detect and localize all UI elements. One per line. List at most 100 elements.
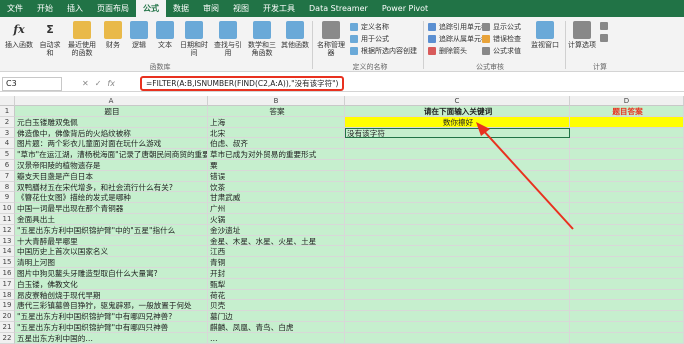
row-header[interactable]: 21 xyxy=(0,322,15,333)
row-header[interactable]: 11 xyxy=(0,214,15,225)
logical-button[interactable]: 逻辑 xyxy=(127,21,151,49)
cell[interactable] xyxy=(345,235,570,247)
cell-keyword-prompt[interactable]: 请在下面输入关键词 xyxy=(345,106,570,117)
column-header[interactable]: B xyxy=(208,96,345,106)
define-name-button[interactable]: 定义名称 xyxy=(350,22,389,32)
column-header[interactable]: C xyxy=(345,96,570,106)
search-term-cell[interactable]: 数你擦好 xyxy=(345,116,570,128)
cell-question[interactable]: 图片题：两个彩衣儿童面对面在玩什么游戏 xyxy=(15,138,208,150)
cell[interactable] xyxy=(570,289,684,301)
cell[interactable] xyxy=(345,289,570,301)
cell-question[interactable]: 瓣支天目盏是产自日本 xyxy=(15,170,208,182)
cell-answer[interactable]: 草市已成为对外贸易的重要形式 xyxy=(208,149,345,160)
cell[interactable] xyxy=(570,127,684,139)
insert-function-button[interactable]: fx 插入函数 xyxy=(4,21,34,49)
cell-answer[interactable]: 北宋 xyxy=(208,127,345,139)
formula-input[interactable]: =FILTER(A:B,ISNUMBER(FIND(C2,A:A)),"没有该字… xyxy=(140,76,345,91)
cell[interactable] xyxy=(345,300,570,312)
cell-answer[interactable]: 贝壳 xyxy=(208,300,345,312)
column-header[interactable]: D xyxy=(570,96,684,106)
calc-now-button[interactable] xyxy=(600,22,611,30)
cell-answer[interactable]: 荷花 xyxy=(208,289,345,301)
cancel-icon[interactable]: ✕ xyxy=(82,79,89,88)
cell[interactable] xyxy=(345,332,570,344)
row-header[interactable]: 22 xyxy=(0,332,15,344)
use-in-formula-button[interactable]: 用于公式 xyxy=(350,34,389,44)
cell-question[interactable]: 唐代三彩镇墓兽目狰狞，驱鬼辟邪，一般放置于何处 xyxy=(15,300,208,312)
trace-precedents-button[interactable]: 追踪引用单元格 xyxy=(428,22,488,32)
row-header[interactable]: 9 xyxy=(0,192,15,204)
row-header[interactable]: 15 xyxy=(0,257,15,268)
result-cell[interactable]: 没有该字符 xyxy=(345,127,570,139)
cell[interactable] xyxy=(570,170,684,182)
menu-tab[interactable]: 插入 xyxy=(60,0,90,17)
error-checking-button[interactable]: 错误检查 xyxy=(482,34,521,44)
menu-tab[interactable]: Power Pivot xyxy=(375,0,435,17)
cell-answer[interactable]: 金沙遗址 xyxy=(208,224,345,236)
cell-answer[interactable]: 错误 xyxy=(208,170,345,182)
cell[interactable] xyxy=(570,116,684,128)
cell-question[interactable]: 昂皮寮釉创烧于现代早期 xyxy=(15,289,208,301)
menu-tab[interactable]: 开始 xyxy=(30,0,60,17)
remove-arrows-button[interactable]: 删除箭头 xyxy=(428,46,467,56)
cell[interactable] xyxy=(570,203,684,214)
evaluate-formula-button[interactable]: 公式求值 xyxy=(482,46,521,56)
cell-header-question[interactable]: 题目 xyxy=(15,106,208,117)
menu-tab[interactable]: 视图 xyxy=(226,0,256,17)
cell[interactable] xyxy=(570,246,684,258)
cell[interactable] xyxy=(345,149,570,160)
cell[interactable] xyxy=(345,192,570,204)
cell-question[interactable]: "五星出东方利中国织锦护臂"中的"五星"指什么 xyxy=(15,224,208,236)
cell-question[interactable]: 金面具出土 xyxy=(15,214,208,225)
cell[interactable] xyxy=(570,257,684,268)
row-header[interactable]: 12 xyxy=(0,224,15,236)
watch-window-button[interactable]: 监视窗口 xyxy=(530,21,560,49)
cell[interactable] xyxy=(345,160,570,171)
cell[interactable] xyxy=(345,214,570,225)
show-formulas-button[interactable]: 显示公式 xyxy=(482,22,521,32)
row-header[interactable]: 8 xyxy=(0,181,15,193)
name-manager-button[interactable]: 名称管理器 xyxy=(316,21,346,57)
recent-functions-button[interactable]: 最近使用的函数 xyxy=(66,21,98,57)
cell-answer[interactable]: 饮茶 xyxy=(208,181,345,193)
menu-tab[interactable]: 文件 xyxy=(0,0,30,17)
cell-answer-title[interactable]: 题目答案 xyxy=(570,106,684,117)
row-header[interactable]: 4 xyxy=(0,138,15,150)
cell[interactable] xyxy=(570,214,684,225)
trace-dependents-button[interactable]: 追踪从属单元格 xyxy=(428,34,488,44)
financial-button[interactable]: 财务 xyxy=(101,21,125,49)
cell-answer[interactable]: 粟 xyxy=(208,160,345,171)
cell[interactable] xyxy=(345,257,570,268)
cell[interactable] xyxy=(570,268,684,279)
row-header[interactable]: 5 xyxy=(0,149,15,160)
cell[interactable] xyxy=(570,160,684,171)
cell[interactable] xyxy=(570,224,684,236)
cell-header-answer[interactable]: 答案 xyxy=(208,106,345,117)
cell[interactable] xyxy=(570,192,684,204)
cell-answer[interactable]: … xyxy=(208,332,345,344)
autosum-button[interactable]: Σ 自动求和 xyxy=(37,21,63,57)
cell[interactable] xyxy=(345,322,570,333)
cell-answer[interactable]: 麒麟、凤凰、青鸟、白虎 xyxy=(208,322,345,333)
name-box[interactable]: C3 xyxy=(2,76,62,91)
cell-answer[interactable]: 上海 xyxy=(208,116,345,128)
calc-options-button[interactable]: 计算选项 xyxy=(568,21,596,49)
enter-icon[interactable]: ✓ xyxy=(95,79,102,88)
cell-answer[interactable]: 火锅 xyxy=(208,214,345,225)
cell-answer[interactable]: 金星、木星、水星、火星、土星 xyxy=(208,235,345,247)
select-all-corner[interactable] xyxy=(0,96,15,106)
cell[interactable] xyxy=(345,246,570,258)
row-header[interactable]: 2 xyxy=(0,116,15,128)
cell-question[interactable]: 汉景帝阳陵的植物遗存是 xyxy=(15,160,208,171)
cell[interactable] xyxy=(570,322,684,333)
cell-question[interactable]: 中国历史上首次以国家名义 xyxy=(15,246,208,258)
cell[interactable] xyxy=(570,138,684,150)
cell-question[interactable]: 《簪花仕女图》描绘的发式是哪种 xyxy=(15,192,208,204)
cell-question[interactable]: 清明上河图 xyxy=(15,257,208,268)
cell-question[interactable]: "草市"在运江湖，漕杨税海面"记录了唐朝民间商贸的重要形 xyxy=(15,149,208,160)
cell[interactable] xyxy=(570,235,684,247)
row-header[interactable]: 7 xyxy=(0,170,15,182)
cell-answer[interactable]: 甘肃武威 xyxy=(208,192,345,204)
cell-answer[interactable]: 青铜 xyxy=(208,257,345,268)
cell-question[interactable]: 图片中狗见鳌头牙雕造型取自什么大量寓? xyxy=(15,268,208,279)
